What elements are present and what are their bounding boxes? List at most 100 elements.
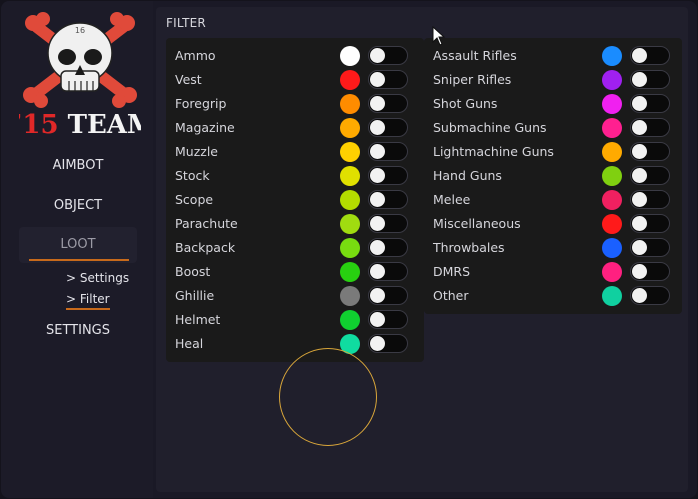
enable-toggle[interactable] bbox=[368, 70, 408, 89]
toggle-knob bbox=[370, 240, 385, 255]
color-swatch[interactable] bbox=[602, 190, 622, 210]
toggle-knob bbox=[632, 240, 647, 255]
toggle-knob bbox=[370, 336, 385, 351]
enable-toggle[interactable] bbox=[630, 118, 670, 137]
color-swatch[interactable] bbox=[602, 70, 622, 90]
filter-row-label: Submachine Guns bbox=[433, 120, 547, 135]
color-swatch[interactable] bbox=[340, 118, 360, 138]
toggle-knob bbox=[632, 48, 647, 63]
filter-panel-left: Ammo Vest Foregrip Magazine Muzzle Stock Scope… bbox=[166, 38, 424, 362]
color-swatch[interactable] bbox=[602, 238, 622, 258]
toggle-knob bbox=[370, 312, 385, 327]
filter-row-label: Throwbales bbox=[433, 240, 505, 255]
color-swatch[interactable] bbox=[602, 94, 622, 114]
enable-toggle[interactable] bbox=[630, 142, 670, 161]
subnav-settings[interactable]: > Settings bbox=[66, 270, 129, 286]
color-swatch[interactable] bbox=[602, 214, 622, 234]
color-swatch[interactable] bbox=[602, 262, 622, 282]
filter-row-label: Hand Guns bbox=[433, 168, 502, 183]
nav-object[interactable]: OBJECT bbox=[19, 188, 137, 224]
filter-row-label: Heal bbox=[175, 336, 204, 351]
filter-panel-right: Assault Rifles Sniper Rifles Shot Guns Subm… bbox=[424, 38, 682, 314]
color-swatch[interactable] bbox=[340, 262, 360, 282]
filter-row: Ghillie bbox=[166, 284, 424, 308]
enable-toggle[interactable] bbox=[368, 334, 408, 353]
filter-row: Melee bbox=[424, 188, 682, 212]
enable-toggle[interactable] bbox=[368, 94, 408, 113]
color-swatch[interactable] bbox=[602, 46, 622, 66]
color-swatch[interactable] bbox=[602, 166, 622, 186]
toggle-knob bbox=[632, 264, 647, 279]
filter-row: Scope bbox=[166, 188, 424, 212]
team-logo: 16 715 TEAM bbox=[19, 9, 141, 141]
enable-toggle[interactable] bbox=[368, 46, 408, 65]
color-swatch[interactable] bbox=[340, 70, 360, 90]
filter-row: Magazine bbox=[166, 116, 424, 140]
nav-settings[interactable]: SETTINGS bbox=[19, 313, 137, 349]
filter-row: Backpack bbox=[166, 236, 424, 260]
color-swatch[interactable] bbox=[340, 142, 360, 162]
enable-toggle[interactable] bbox=[630, 46, 670, 65]
filter-row: Hand Guns bbox=[424, 164, 682, 188]
color-swatch[interactable] bbox=[340, 286, 360, 306]
enable-toggle[interactable] bbox=[368, 238, 408, 257]
filter-row-label: Other bbox=[433, 288, 469, 303]
enable-toggle[interactable] bbox=[630, 286, 670, 305]
enable-toggle[interactable] bbox=[368, 166, 408, 185]
color-swatch[interactable] bbox=[340, 238, 360, 258]
filter-row: DMRS bbox=[424, 260, 682, 284]
enable-toggle[interactable] bbox=[368, 118, 408, 137]
main-panel: FILTER Ammo Vest Foregrip Magazine Muzzle Sto… bbox=[156, 7, 688, 492]
color-swatch[interactable] bbox=[340, 214, 360, 234]
enable-toggle[interactable] bbox=[630, 190, 670, 209]
enable-toggle[interactable] bbox=[630, 262, 670, 281]
color-swatch[interactable] bbox=[340, 46, 360, 66]
filter-row: Muzzle bbox=[166, 140, 424, 164]
page-title: FILTER bbox=[166, 16, 206, 30]
enable-toggle[interactable] bbox=[630, 70, 670, 89]
color-swatch[interactable] bbox=[602, 286, 622, 306]
color-swatch[interactable] bbox=[340, 94, 360, 114]
enable-toggle[interactable] bbox=[630, 94, 670, 113]
enable-toggle[interactable] bbox=[368, 190, 408, 209]
filter-row: Lightmachine Guns bbox=[424, 140, 682, 164]
enable-toggle[interactable] bbox=[630, 166, 670, 185]
toggle-knob bbox=[632, 96, 647, 111]
toggle-knob bbox=[370, 216, 385, 231]
filter-row: Foregrip bbox=[166, 92, 424, 116]
toggle-knob bbox=[370, 120, 385, 135]
filter-row: Assault Rifles bbox=[424, 44, 682, 68]
enable-toggle[interactable] bbox=[368, 214, 408, 233]
color-swatch[interactable] bbox=[602, 118, 622, 138]
filter-row: Throwbales bbox=[424, 236, 682, 260]
mouse-cursor-icon bbox=[432, 26, 446, 46]
nav-loot-label: LOOT bbox=[60, 237, 96, 252]
toggle-knob bbox=[632, 192, 647, 207]
toggle-knob bbox=[632, 144, 647, 159]
filter-row-label: Ammo bbox=[175, 48, 216, 63]
enable-toggle[interactable] bbox=[630, 214, 670, 233]
subnav-filter-label: > Filter bbox=[66, 292, 110, 306]
filter-row-label: Miscellaneous bbox=[433, 216, 521, 231]
filter-row-label: Assault Rifles bbox=[433, 48, 517, 63]
color-swatch[interactable] bbox=[340, 190, 360, 210]
enable-toggle[interactable] bbox=[368, 310, 408, 329]
filter-row-label: Melee bbox=[433, 192, 471, 207]
filter-row: Heal bbox=[166, 332, 424, 356]
toggle-knob bbox=[370, 48, 385, 63]
filter-row-label: Backpack bbox=[175, 240, 236, 255]
filter-row-label: Foregrip bbox=[175, 96, 227, 111]
nav-loot[interactable]: LOOT bbox=[19, 227, 137, 263]
enable-toggle[interactable] bbox=[630, 238, 670, 257]
enable-toggle[interactable] bbox=[368, 262, 408, 281]
color-swatch[interactable] bbox=[340, 166, 360, 186]
nav-aimbot[interactable]: AIMBOT bbox=[19, 148, 137, 184]
color-swatch[interactable] bbox=[602, 142, 622, 162]
enable-toggle[interactable] bbox=[368, 286, 408, 305]
subnav-filter[interactable]: > Filter bbox=[66, 291, 110, 310]
active-underline bbox=[29, 259, 129, 261]
enable-toggle[interactable] bbox=[368, 142, 408, 161]
filter-row: Vest bbox=[166, 68, 424, 92]
filter-row-label: Stock bbox=[175, 168, 210, 183]
color-swatch[interactable] bbox=[340, 310, 360, 330]
